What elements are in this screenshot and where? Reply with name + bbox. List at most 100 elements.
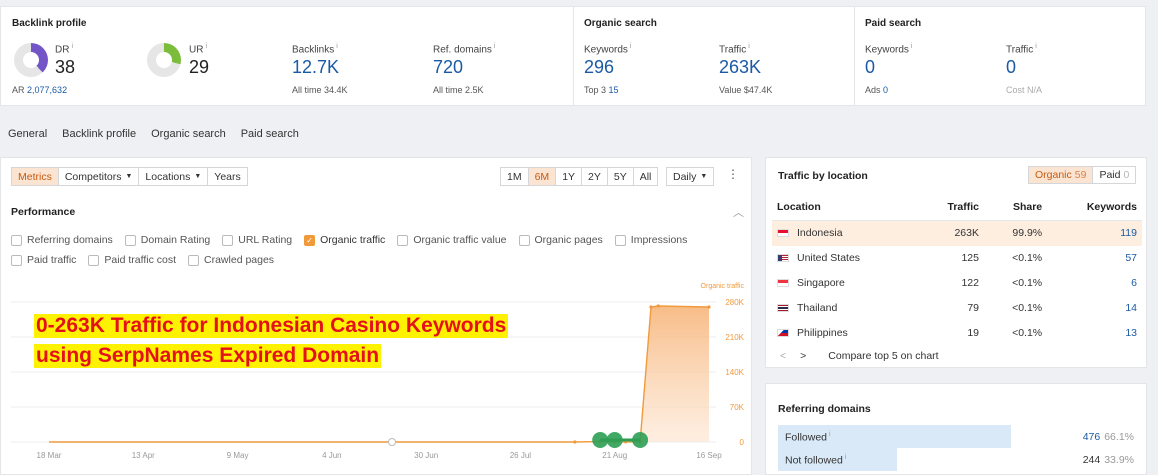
ar-value[interactable]: 2,077,632 bbox=[27, 85, 67, 95]
ur-donut-chart bbox=[147, 43, 181, 77]
caret-down-icon: ▼ bbox=[125, 173, 133, 180]
checkbox-domain-rating[interactable]: Domain Rating bbox=[124, 234, 211, 246]
column-header-share[interactable]: Share bbox=[984, 193, 1048, 221]
philippines-flag-icon bbox=[777, 329, 789, 337]
ur-metric[interactable]: UR i 29 bbox=[189, 43, 209, 78]
country-name: Singapore bbox=[797, 277, 845, 289]
traffic-cell: 122 bbox=[961, 277, 979, 289]
collapse-chevron-icon[interactable]: ︿ bbox=[733, 204, 744, 220]
checkbox-paid-traffic-cost[interactable]: Paid traffic cost bbox=[88, 254, 176, 266]
overlay-caption-line-1: 0-263K Traffic for Indonesian Casino Key… bbox=[34, 314, 509, 338]
checkbox-label: Organic traffic bbox=[320, 234, 386, 246]
locations-dropdown[interactable]: Locations ▼ bbox=[139, 167, 209, 186]
paid-keywords-value[interactable]: 0 bbox=[865, 57, 912, 78]
info-icon[interactable]: i bbox=[630, 43, 632, 50]
tab-paid-search[interactable]: Paid search bbox=[241, 128, 299, 140]
paid-traffic-metric[interactable]: Traffic i 0 Cost N/A bbox=[1006, 43, 1042, 95]
table-row[interactable]: Thailand 79 <0.1% 14 bbox=[772, 296, 1142, 321]
table-row[interactable]: Indonesia 263K 99.9% 119 bbox=[772, 220, 1142, 246]
ref-domains-value[interactable]: 720 bbox=[433, 57, 495, 78]
organic-keywords-label: Keywords bbox=[584, 44, 628, 56]
range-1m[interactable]: 1M bbox=[500, 167, 529, 186]
interval-dropdown[interactable]: Daily ▼ bbox=[666, 167, 715, 186]
keywords-cell[interactable]: 57 bbox=[1047, 246, 1142, 271]
checkbox-empty-icon[interactable] bbox=[518, 234, 530, 246]
range-1y[interactable]: 1Y bbox=[556, 167, 583, 186]
checkbox-empty-icon[interactable] bbox=[11, 254, 22, 266]
top3-value[interactable]: 15 bbox=[609, 85, 619, 95]
checkbox-label: Domain Rating bbox=[140, 234, 211, 246]
checkbox-organic-pages[interactable]: Organic pages bbox=[518, 234, 603, 246]
info-icon[interactable]: i bbox=[1035, 43, 1037, 50]
organic-traffic-metric[interactable]: Traffic i 263K Value $47.4K bbox=[719, 43, 772, 95]
range-all[interactable]: All bbox=[633, 167, 659, 186]
paid-traffic-value[interactable]: 0 bbox=[1006, 57, 1042, 78]
dr-value: 38 bbox=[55, 57, 76, 78]
checkbox-organic-traffic[interactable]: ✓ Organic traffic bbox=[304, 234, 385, 246]
checkbox-empty-icon[interactable] bbox=[222, 234, 234, 246]
checkbox-empty-icon[interactable] bbox=[11, 234, 22, 246]
range-2y[interactable]: 2Y bbox=[582, 167, 608, 186]
next-arrow-icon[interactable]: > bbox=[800, 350, 806, 362]
checkbox-paid-traffic[interactable]: Paid traffic bbox=[11, 254, 76, 266]
checkbox-empty-icon[interactable] bbox=[124, 234, 136, 246]
column-header-keywords[interactable]: Keywords bbox=[1047, 193, 1142, 221]
organic-keywords-metric[interactable]: Keywords i 296 Top 3 15 bbox=[584, 43, 631, 95]
info-icon[interactable]: i bbox=[748, 43, 750, 50]
paid-keywords-metric[interactable]: Keywords i 0 Ads 0 bbox=[865, 43, 912, 95]
table-row[interactable]: United States 125 <0.1% 57 bbox=[772, 246, 1142, 271]
divider bbox=[573, 7, 574, 105]
compare-top5-link[interactable]: Compare top 5 on chart bbox=[828, 350, 938, 362]
info-icon[interactable]: i bbox=[829, 431, 831, 438]
table-row[interactable]: Singapore 122 <0.1% 6 bbox=[772, 271, 1142, 296]
metrics-button[interactable]: Metrics bbox=[11, 167, 59, 186]
ref-domains-metric[interactable]: Ref. domains i 720 All time 2.5K bbox=[433, 43, 495, 95]
checkbox-impressions[interactable]: Impressions bbox=[614, 234, 687, 246]
years-button[interactable]: Years bbox=[208, 167, 248, 186]
competitors-dropdown[interactable]: Competitors ▼ bbox=[58, 167, 140, 186]
organic-toggle[interactable]: Organic 59 bbox=[1028, 166, 1094, 184]
checkbox-referring-domains[interactable]: Referring domains bbox=[11, 234, 113, 246]
referring-domains-row[interactable]: Followed i 476 66.1% bbox=[778, 425, 1136, 448]
location-cell: United States bbox=[772, 246, 919, 271]
checkbox-empty-icon[interactable] bbox=[188, 254, 200, 266]
ref-row-count[interactable]: 476 bbox=[1083, 431, 1101, 443]
keywords-cell[interactable]: 14 bbox=[1047, 296, 1142, 321]
info-icon[interactable]: i bbox=[205, 43, 207, 50]
organic-traffic-value[interactable]: 263K bbox=[719, 57, 772, 78]
paid-toggle[interactable]: Paid 0 bbox=[1093, 166, 1137, 184]
backlinks-metric[interactable]: Backlinks i 12.7K All time 34.4K bbox=[292, 43, 348, 95]
info-icon[interactable]: i bbox=[71, 43, 73, 50]
info-icon[interactable]: i bbox=[336, 43, 338, 50]
tab-organic-search[interactable]: Organic search bbox=[151, 128, 226, 140]
range-5y[interactable]: 5Y bbox=[607, 167, 634, 186]
overview-stats-panel: Backlink profile Organic search Paid sea… bbox=[0, 6, 1146, 106]
dr-metric[interactable]: DR i 38 bbox=[55, 43, 75, 78]
range-6m[interactable]: 6M bbox=[528, 167, 557, 186]
prev-arrow-icon[interactable]: < bbox=[780, 350, 786, 362]
column-header-traffic[interactable]: Traffic bbox=[918, 193, 984, 221]
tab-general[interactable]: General bbox=[8, 128, 47, 140]
checkbox-checked-icon[interactable]: ✓ bbox=[304, 234, 316, 246]
backlinks-value[interactable]: 12.7K bbox=[292, 57, 348, 78]
checkbox-url-rating[interactable]: URL Rating bbox=[222, 234, 292, 246]
checkbox-organic-traffic-value[interactable]: Organic traffic value bbox=[397, 234, 507, 246]
more-options-icon[interactable]: ⋮ bbox=[727, 167, 739, 181]
checkbox-crawled-pages[interactable]: Crawled pages bbox=[188, 254, 274, 266]
checkbox-empty-icon[interactable] bbox=[88, 254, 100, 266]
column-header-location[interactable]: Location bbox=[772, 193, 919, 221]
info-icon[interactable]: i bbox=[845, 454, 847, 461]
keywords-cell[interactable]: 119 bbox=[1047, 220, 1142, 246]
ads-value[interactable]: 0 bbox=[883, 85, 888, 95]
tab-backlink-profile[interactable]: Backlink profile bbox=[62, 128, 136, 140]
organic-keywords-value[interactable]: 296 bbox=[584, 57, 631, 78]
keywords-cell[interactable]: 6 bbox=[1047, 271, 1142, 296]
info-icon[interactable]: i bbox=[494, 43, 496, 50]
keywords-cell[interactable]: 13 bbox=[1047, 321, 1142, 346]
info-icon[interactable]: i bbox=[911, 43, 913, 50]
share-cell: <0.1% bbox=[1012, 327, 1043, 339]
table-row[interactable]: Philippines 19 <0.1% 13 bbox=[772, 321, 1142, 346]
checkbox-empty-icon[interactable] bbox=[614, 234, 626, 246]
checkbox-empty-icon[interactable] bbox=[397, 234, 409, 246]
referring-domains-row[interactable]: Not followed i 244 33.9% bbox=[778, 448, 1136, 471]
